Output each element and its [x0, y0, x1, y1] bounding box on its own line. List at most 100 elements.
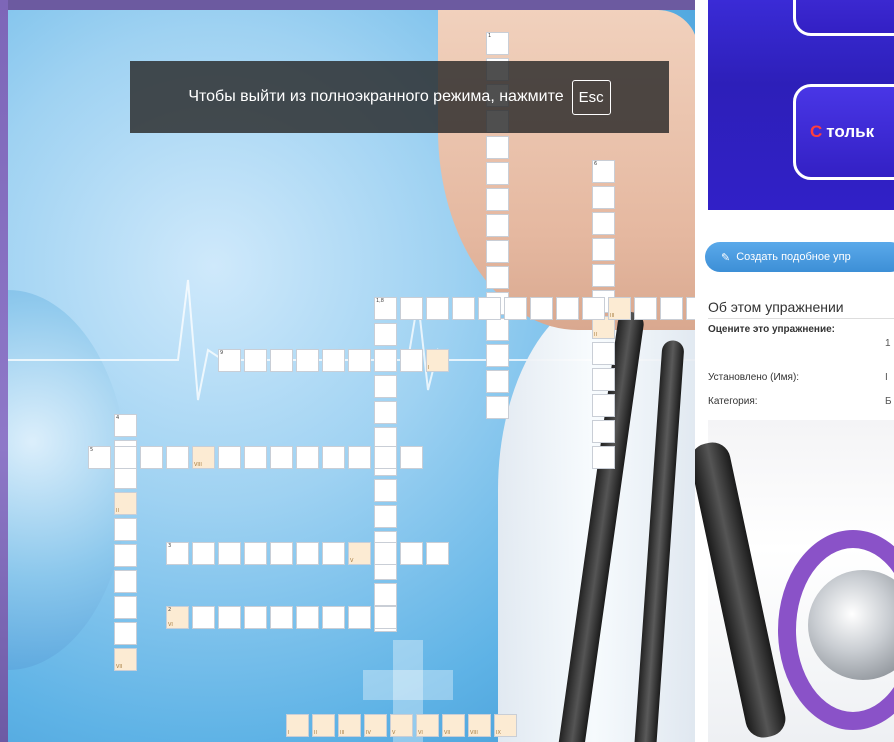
crossword-cell[interactable]	[426, 297, 449, 320]
crossword-cell[interactable]	[486, 188, 509, 211]
crossword-cell[interactable]	[114, 596, 137, 619]
crossword-cell[interactable]	[478, 297, 501, 320]
crossword-cell[interactable]	[270, 606, 293, 629]
crossword-cell[interactable]	[486, 396, 509, 419]
crossword-cell[interactable]	[270, 542, 293, 565]
crossword-cell[interactable]	[244, 446, 267, 469]
crossword-cell[interactable]: I	[426, 349, 449, 372]
crossword-cell[interactable]	[400, 542, 423, 565]
crossword-cell[interactable]	[400, 349, 423, 372]
category-value[interactable]: Б	[885, 396, 892, 407]
crossword-cell[interactable]	[114, 622, 137, 645]
crossword-cell[interactable]	[218, 446, 241, 469]
crossword-cell[interactable]	[244, 349, 267, 372]
crossword-cell[interactable]	[192, 542, 215, 565]
crossword-cell[interactable]: 9	[218, 349, 241, 372]
crossword-cell[interactable]	[270, 349, 293, 372]
crossword-cell[interactable]: III	[338, 714, 361, 737]
crossword-cell[interactable]	[374, 446, 397, 469]
set-by-value[interactable]: I	[885, 372, 888, 383]
crossword-cell[interactable]	[486, 136, 509, 159]
crossword-cell[interactable]	[504, 297, 527, 320]
crossword-cell[interactable]	[348, 446, 371, 469]
crossword-cell[interactable]	[686, 297, 695, 320]
crossword-cell[interactable]	[114, 518, 137, 541]
crossword-cell[interactable]: IV	[364, 714, 387, 737]
crossword-cell[interactable]	[374, 583, 397, 606]
crossword-cell[interactable]: II	[312, 714, 335, 737]
crossword-cell[interactable]	[400, 297, 423, 320]
crossword-cell[interactable]	[374, 505, 397, 528]
crossword-cell[interactable]: II	[114, 492, 137, 515]
crossword-cell[interactable]	[426, 542, 449, 565]
crossword-cell[interactable]	[322, 542, 345, 565]
crossword-cell[interactable]: VI	[416, 714, 439, 737]
crossword-cell[interactable]	[660, 297, 683, 320]
crossword-cell[interactable]	[192, 606, 215, 629]
crossword-cell[interactable]: I	[286, 714, 309, 737]
crossword-cell[interactable]	[592, 420, 615, 443]
crossword-cell[interactable]	[140, 446, 163, 469]
crossword-cell[interactable]	[592, 212, 615, 235]
crossword-cell[interactable]	[322, 349, 345, 372]
crossword-cell[interactable]: VII	[114, 648, 137, 671]
rating-value[interactable]: 1	[885, 338, 891, 349]
crossword-cell[interactable]	[322, 446, 345, 469]
crossword-cell[interactable]	[486, 370, 509, 393]
crossword-cell[interactable]	[486, 344, 509, 367]
crossword-cell[interactable]	[452, 297, 475, 320]
crossword-cell[interactable]	[374, 375, 397, 398]
crossword-cell[interactable]	[592, 446, 615, 469]
crossword-cell[interactable]	[486, 240, 509, 263]
crossword-cell[interactable]	[592, 238, 615, 261]
crossword-cell[interactable]: 3	[166, 542, 189, 565]
crossword-cell[interactable]	[114, 544, 137, 567]
crossword-cell[interactable]	[374, 401, 397, 424]
crossword-cell[interactable]	[296, 349, 319, 372]
crossword-cell[interactable]	[486, 162, 509, 185]
crossword-cell[interactable]: 4	[114, 414, 137, 437]
crossword-cell[interactable]	[556, 297, 579, 320]
create-similar-button[interactable]: ✎ Создать подобное упр	[705, 242, 894, 272]
banner-button-top[interactable]	[793, 0, 894, 36]
crossword-cell[interactable]	[114, 570, 137, 593]
crossword-cell[interactable]	[374, 323, 397, 346]
crossword-cell[interactable]	[582, 297, 605, 320]
crossword-cell[interactable]	[244, 606, 267, 629]
crossword-cell[interactable]: 2 VI	[166, 606, 189, 629]
crossword-cell[interactable]: V	[348, 542, 371, 565]
crossword-cell[interactable]	[634, 297, 657, 320]
crossword-cell[interactable]: IX	[494, 714, 517, 737]
crossword-cell[interactable]	[296, 446, 319, 469]
crossword-cell[interactable]: VII	[442, 714, 465, 737]
crossword-cell[interactable]	[296, 542, 319, 565]
crossword-cell[interactable]	[348, 606, 371, 629]
crossword-cell[interactable]	[244, 542, 267, 565]
crossword-cell[interactable]	[322, 606, 345, 629]
crossword-cell[interactable]	[592, 394, 615, 417]
crossword-cell[interactable]	[592, 264, 615, 287]
crossword-cell[interactable]	[486, 318, 509, 341]
crossword-cell[interactable]	[218, 542, 241, 565]
banner-button[interactable]: С тольк	[793, 84, 894, 180]
crossword-cell[interactable]	[374, 606, 397, 629]
crossword-cell[interactable]: 1	[486, 32, 509, 55]
crossword-cell[interactable]: 5	[88, 446, 111, 469]
crossword-cell[interactable]: VIII	[192, 446, 215, 469]
crossword-cell[interactable]	[486, 214, 509, 237]
crossword-cell[interactable]: V	[390, 714, 413, 737]
crossword-cell[interactable]	[592, 368, 615, 391]
crossword-cell[interactable]	[270, 446, 293, 469]
crossword-cell[interactable]	[400, 446, 423, 469]
crossword-cell[interactable]	[530, 297, 553, 320]
crossword-cell[interactable]	[592, 186, 615, 209]
crossword-cell[interactable]	[114, 466, 137, 489]
crossword-cell[interactable]	[374, 479, 397, 502]
crossword-cell[interactable]	[592, 342, 615, 365]
crossword-cell[interactable]	[348, 349, 371, 372]
crossword-cell[interactable]	[218, 606, 241, 629]
crossword-cell[interactable]: 1,8	[374, 297, 397, 320]
crossword-cell[interactable]	[374, 542, 397, 565]
crossword-cell[interactable]	[296, 606, 319, 629]
crossword-cell[interactable]	[114, 446, 137, 469]
